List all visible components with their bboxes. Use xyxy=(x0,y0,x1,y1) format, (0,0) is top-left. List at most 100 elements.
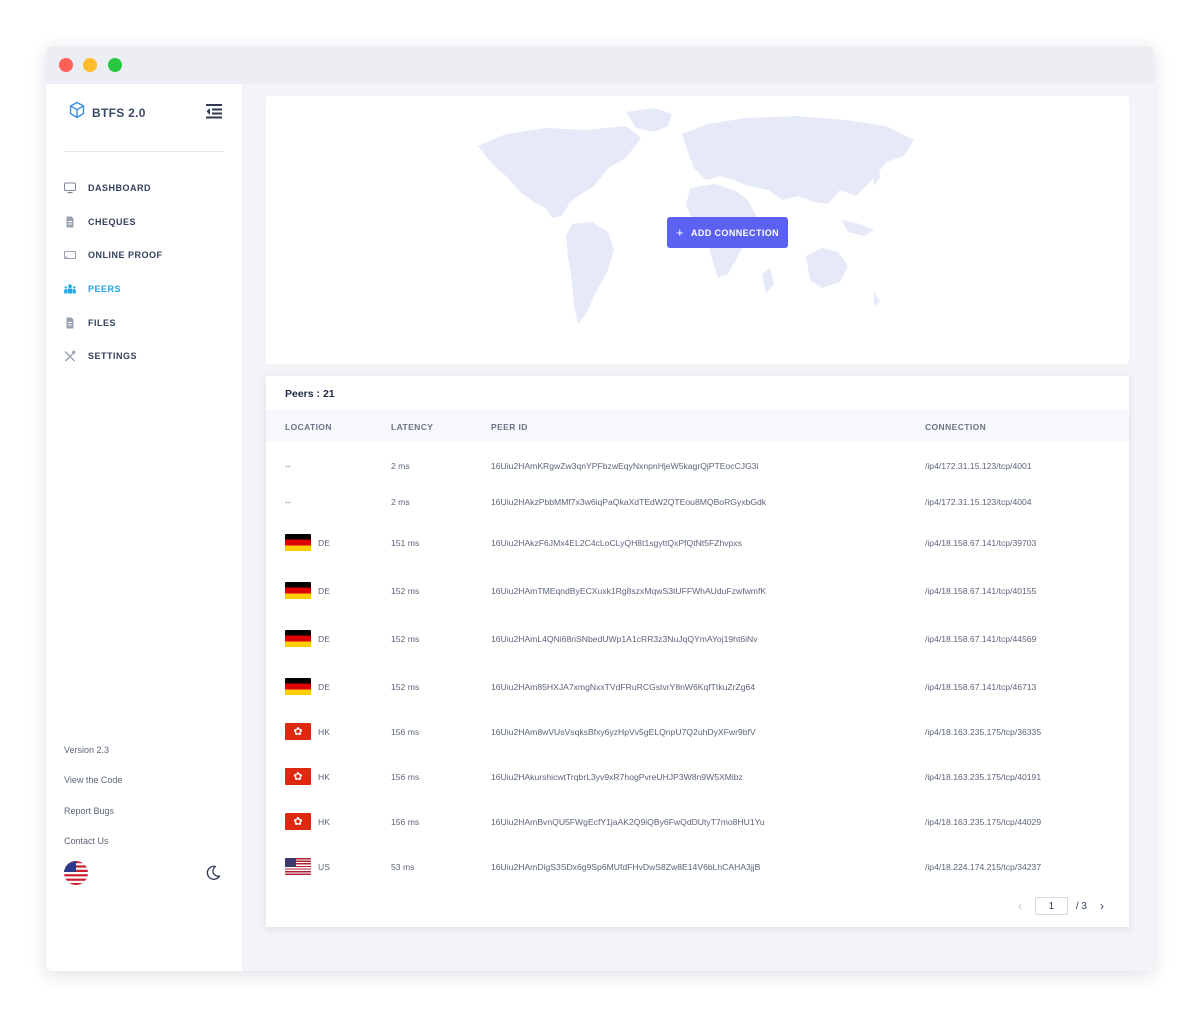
connection-cell: /ip4/18.158.67.141/tcp/39703 xyxy=(925,538,1037,548)
column-header-connection: CONNECTION xyxy=(925,422,987,432)
page-number-input[interactable] xyxy=(1034,897,1068,915)
peer-id-cell: 16Uiu2HAmDigS3SDx6g9Sp6MUfdFHvDwS8Zw8E14… xyxy=(491,862,761,872)
column-header-latency: LATENCY xyxy=(391,422,434,432)
table-header: LOCATION LATENCY PEER ID CONNECTION xyxy=(266,410,1129,442)
sidebar-footer-links: Version 2.3 View the Code Report Bugs Co… xyxy=(64,744,122,865)
cheque-icon xyxy=(64,216,76,228)
de-flag-icon xyxy=(285,678,311,695)
latency-cell: 152 ms xyxy=(391,682,420,692)
collapse-sidebar-icon[interactable] xyxy=(204,102,224,120)
tools-icon xyxy=(64,350,76,362)
peer-id-cell: 16Uiu2HAkzPbbMMf7x3w6iqPaQkaXdTEdW2QTEou… xyxy=(491,497,767,507)
latency-cell: 156 ms xyxy=(391,772,420,782)
page-total-label: / 3 xyxy=(1075,900,1087,912)
report-bugs-link[interactable]: Report Bugs xyxy=(64,805,122,835)
latency-cell: 53 ms xyxy=(391,862,415,872)
de-flag-icon xyxy=(285,630,311,647)
brand-name: BTFS 2.0 xyxy=(92,105,146,120)
location-cell: -- xyxy=(285,461,291,471)
latency-cell: 151 ms xyxy=(391,538,420,548)
nav-item-dashboard[interactable]: DASHBOARD xyxy=(64,171,234,205)
connection-cell: /ip4/18.224.174.215/tcp/34237 xyxy=(925,862,1042,872)
title-bar xyxy=(46,46,1154,84)
brand[interactable]: BTFS 2.0 xyxy=(68,101,146,124)
connection-cell: /ip4/18.158.67.141/tcp/46713 xyxy=(925,682,1037,692)
location-cell: DE xyxy=(285,534,330,551)
plus-icon: + xyxy=(675,225,684,240)
connection-cell: /ip4/18.163.235.175/tcp/40191 xyxy=(925,772,1042,782)
nav-item-online-proof[interactable]: ONLINE PROOF xyxy=(64,238,234,272)
country-code: DE xyxy=(318,537,330,548)
sidebar-nav: DASHBOARD CHEQUES ONLINE PROOF PEERS FIL… xyxy=(64,171,234,373)
file-icon xyxy=(64,317,76,329)
hk-flag-icon: ✿ xyxy=(285,768,311,785)
latency-cell: 2 ms xyxy=(391,497,410,507)
hk-flag-icon: ✿ xyxy=(285,723,311,740)
country-code: -- xyxy=(285,461,291,471)
location-cell: DE xyxy=(285,582,330,599)
de-flag-icon xyxy=(285,582,311,599)
peers-icon xyxy=(64,283,76,295)
location-cell: ✿ HK xyxy=(285,723,330,740)
moon-icon[interactable] xyxy=(204,864,222,882)
nav-label: ONLINE PROOF xyxy=(88,250,163,261)
nav-label: DASHBOARD xyxy=(88,182,151,193)
pagination: ‹ / 3 › xyxy=(1013,897,1109,915)
close-window-button[interactable] xyxy=(59,58,73,72)
prev-page-icon[interactable]: ‹ xyxy=(1013,899,1027,913)
location-cell: DE xyxy=(285,678,330,695)
peer-id-cell: 16Uiu2HAkzF6JMx4EL2C4cLoCLyQH8t1sgyttQxP… xyxy=(491,538,742,548)
maximize-window-button[interactable] xyxy=(108,58,122,72)
version-label: Version 2.3 xyxy=(64,745,110,755)
column-header-peer-id: PEER ID xyxy=(491,422,528,432)
app-window: BTFS 2.0 DASHBOARD CHEQUES ONLINE PROOF … xyxy=(46,46,1154,971)
nav-item-settings[interactable]: SETTINGS xyxy=(64,339,234,373)
peer-id-cell: 16Uiu2HAm85HXJA7xmgNxxTVdFRuRCGstvrY8nW6… xyxy=(491,682,756,692)
nav-item-files[interactable]: FILES xyxy=(64,306,234,340)
peer-id-cell: 16Uiu2HAmL4QNi68nSNbedUWp1A1cRR3z3NuJqQY… xyxy=(491,634,758,644)
hk-flag-icon: ✿ xyxy=(285,813,311,830)
nav-label: CHEQUES xyxy=(88,216,137,227)
latency-cell: 152 ms xyxy=(391,586,420,596)
column-header-location: LOCATION xyxy=(285,422,332,432)
peer-id-cell: 16Uiu2HAmKRgwZw3qnYPFbzwEqyNxnpnHjeW5kag… xyxy=(491,461,759,471)
sidebar-divider xyxy=(64,151,224,152)
country-code: HK xyxy=(318,816,330,827)
next-page-icon[interactable]: › xyxy=(1095,899,1109,913)
sidebar: BTFS 2.0 DASHBOARD CHEQUES ONLINE PROOF … xyxy=(46,84,242,971)
peer-map-card: + ADD CONNECTION xyxy=(266,96,1129,364)
country-code: DE xyxy=(318,681,330,692)
de-flag-icon xyxy=(285,534,311,551)
location-cell: -- xyxy=(285,497,291,507)
us-flag-icon[interactable] xyxy=(64,861,88,885)
latency-cell: 152 ms xyxy=(391,634,420,644)
view-code-link[interactable]: View the Code xyxy=(64,774,122,804)
peer-id-cell: 16Uiu2HAmTMEqndByECXuxk1Rg8szxMqwS3tUFFW… xyxy=(491,586,767,596)
peers-table-card: Peers : 21 LOCATION LATENCY PEER ID CONN… xyxy=(266,376,1129,927)
location-cell: ✿ HK xyxy=(285,768,330,785)
peer-id-cell: 16Uiu2HAkurshicwtTrqbrL3yv9xR7hogPvreUHJ… xyxy=(491,772,743,782)
nav-label: FILES xyxy=(88,317,117,328)
latency-cell: 156 ms xyxy=(391,727,420,737)
peer-id-cell: 16Uiu2HAm8wVUsVsqksBfxy6yzHpVv5gELQnpU7Q… xyxy=(491,727,756,737)
add-connection-button[interactable]: + ADD CONNECTION xyxy=(667,217,788,248)
connection-cell: /ip4/18.158.67.141/tcp/44569 xyxy=(925,634,1037,644)
nav-label: SETTINGS xyxy=(88,351,138,362)
monitor-icon xyxy=(64,182,76,194)
peers-count-title: Peers : 21 xyxy=(285,388,335,400)
country-code: HK xyxy=(318,726,330,737)
connection-cell: /ip4/18.163.235.175/tcp/36335 xyxy=(925,727,1042,737)
latency-cell: 2 ms xyxy=(391,461,410,471)
nav-item-cheques[interactable]: CHEQUES xyxy=(64,205,234,239)
location-cell: US xyxy=(285,858,330,875)
peer-id-cell: 16Uiu2HAmBvnQU5FWgEcfY1jaAK2Q9iQBy6FwQdD… xyxy=(491,817,765,827)
country-code: US xyxy=(318,861,330,872)
minimize-window-button[interactable] xyxy=(83,58,97,72)
connection-cell: /ip4/172.31.15.123/tcp/4004 xyxy=(925,497,1032,507)
nav-label: PEERS xyxy=(88,283,122,294)
nav-item-peers[interactable]: PEERS xyxy=(64,272,234,306)
cube-logo-icon xyxy=(68,101,86,124)
country-code: DE xyxy=(318,585,330,596)
country-code: DE xyxy=(318,633,330,644)
us-flag-icon xyxy=(285,858,311,875)
